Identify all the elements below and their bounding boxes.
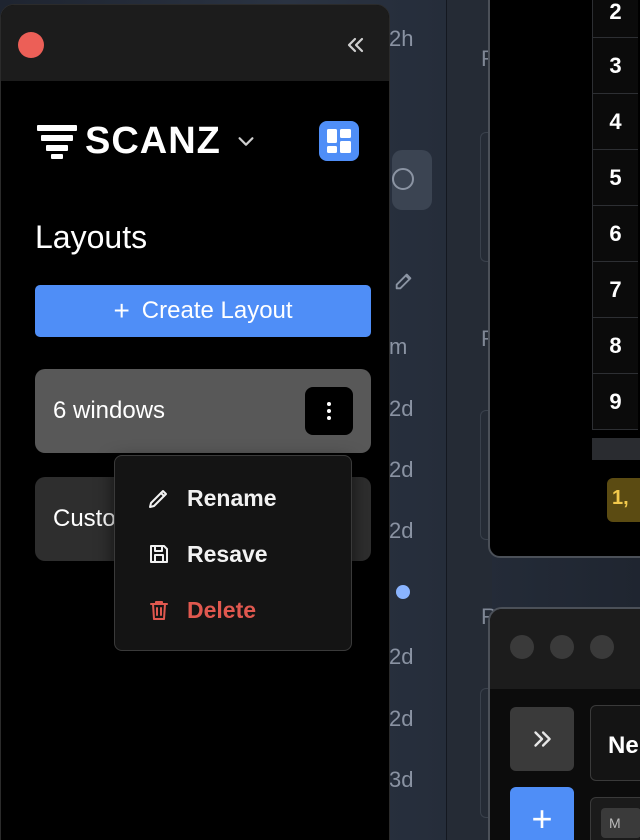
- background-secondary-window: + Ne M: [488, 607, 640, 840]
- menu-item-label: Rename: [187, 484, 277, 511]
- background-time-label: m: [389, 334, 408, 359]
- chip-row: M: [590, 797, 640, 840]
- number-row[interactable]: 2: [592, 0, 638, 38]
- layout-options-button[interactable]: [305, 387, 353, 435]
- menu-item-delete[interactable]: Delete: [115, 590, 351, 630]
- name-field[interactable]: Ne: [590, 705, 640, 781]
- number-row[interactable]: 3: [592, 38, 638, 94]
- layouts-toggle-button[interactable]: [319, 121, 359, 161]
- horizontal-scrollbar[interactable]: [592, 438, 640, 460]
- background-time-label: 2d: [389, 457, 414, 482]
- status-dot: [396, 585, 410, 599]
- traffic-light[interactable]: [590, 635, 614, 659]
- traffic-light[interactable]: [550, 635, 574, 659]
- value-badge: 1,: [607, 478, 640, 522]
- background-search-pill[interactable]: [392, 150, 432, 210]
- close-button[interactable]: [18, 32, 44, 58]
- double-chevron-right-icon: [534, 731, 551, 747]
- number-row[interactable]: 4: [592, 94, 638, 150]
- window-titlebar: [490, 609, 640, 689]
- layout-item[interactable]: 6 windows: [35, 369, 371, 453]
- traffic-light[interactable]: [510, 635, 534, 659]
- layout-item-label: 6 windows: [53, 397, 166, 424]
- scanz-logo-icon: [37, 125, 77, 159]
- background-time-label: 2h: [389, 26, 414, 51]
- search-icon: [392, 168, 414, 190]
- menu-item-label: Resave: [187, 540, 268, 567]
- layout-item-label: Custo: [53, 505, 116, 532]
- collapse-panel-button[interactable]: [339, 29, 371, 61]
- create-layout-label: Create Layout: [141, 297, 293, 324]
- number-row[interactable]: 9: [592, 374, 638, 430]
- background-time-column: 2h m 2d 2d 2d 2d 2d 3d: [385, 0, 445, 840]
- double-chevron-left-icon: [347, 37, 364, 53]
- trash-icon: [150, 601, 168, 620]
- background-time-label: 2d: [389, 518, 414, 543]
- brand-name: SCANZ: [85, 120, 221, 162]
- layout-grid-icon: [327, 129, 351, 153]
- more-vertical-icon: [327, 402, 331, 406]
- menu-item-resave[interactable]: Resave: [115, 534, 351, 574]
- number-row[interactable]: 8: [592, 318, 638, 374]
- chip[interactable]: M: [601, 808, 640, 838]
- number-row[interactable]: 5: [592, 150, 638, 206]
- background-time-label: 2d: [389, 396, 414, 421]
- layouts-panel: SCANZ Layouts + Create Layout 6 windows …: [0, 4, 390, 840]
- menu-item-rename[interactable]: Rename: [115, 478, 351, 518]
- save-icon: [150, 545, 168, 563]
- background-time-label: 2d: [389, 706, 414, 731]
- background-time-label: 3d: [389, 767, 414, 792]
- chevron-down-icon: [238, 137, 254, 146]
- number-row[interactable]: 7: [592, 262, 638, 318]
- background-time-label: 2d: [389, 644, 414, 669]
- background-mid-column: R R R: [447, 0, 497, 840]
- panel-titlebar: [1, 5, 389, 81]
- brand-switcher[interactable]: SCANZ: [37, 121, 257, 161]
- number-list: 2 3 4 5 6 7 8 9: [592, 0, 640, 430]
- plus-icon: +: [531, 798, 553, 839]
- plus-icon: +: [113, 295, 130, 326]
- expand-button[interactable]: [510, 707, 574, 771]
- page-title: Layouts: [35, 219, 148, 255]
- add-button[interactable]: +: [510, 787, 574, 840]
- background-number-window: 2 3 4 5 6 7 8 9 1,: [488, 0, 640, 558]
- edit-icon[interactable]: [393, 270, 415, 292]
- number-row[interactable]: 6: [592, 206, 638, 262]
- create-layout-button[interactable]: + Create Layout: [35, 285, 371, 337]
- menu-item-label: Delete: [187, 596, 257, 623]
- layout-context-menu: Rename Resave Delete: [114, 455, 352, 651]
- pencil-icon: [149, 490, 167, 508]
